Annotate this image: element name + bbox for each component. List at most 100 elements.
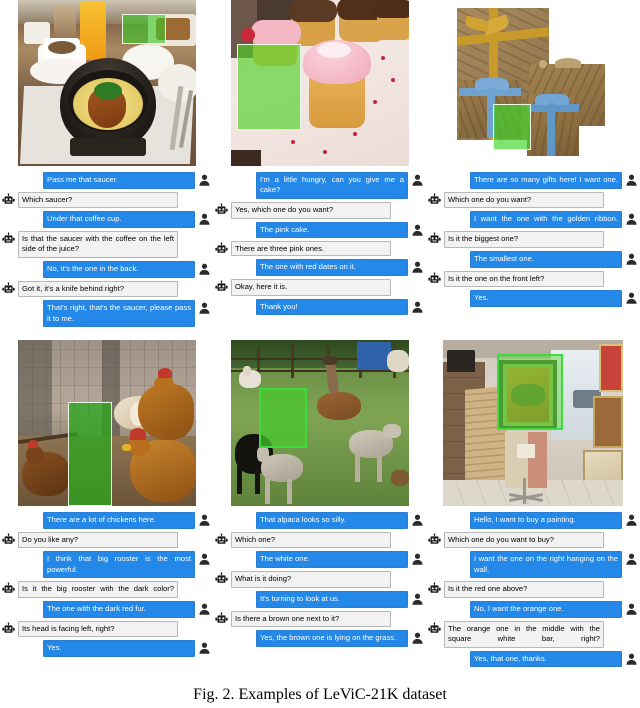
chat-bubble-user[interactable]: Yes, the brown one is lying on the grass… [256,630,408,647]
robot-icon [2,582,15,596]
chat-row: Yes, the brown one is lying on the grass… [215,630,424,647]
person-icon [198,641,211,655]
chat-bubble-bot[interactable]: Is there a brown one next to it? [231,610,391,628]
chat-bubble-user[interactable]: That alpaca looks so silly. [256,512,408,529]
chat-bubble-user[interactable]: The smallest one. [470,250,622,268]
chat-row: Is it the red one above? [428,581,638,599]
robot-icon [215,203,228,217]
chat-bubble-user[interactable]: The white one. [256,551,408,569]
person-icon [411,260,424,274]
chat-bubble-bot[interactable]: Got it, it's a knife behind right? [18,280,178,298]
chat-row: Is there a brown one next to it? [215,610,424,628]
chat-bubble-user[interactable]: That's right, that's the saucer, please … [43,300,195,328]
chat-bubble-bot[interactable]: Which one? [231,531,391,549]
robot-icon [215,242,228,256]
chat-bubble-user[interactable]: No, it's the one in the back. [43,261,195,278]
chat-bubble-user[interactable]: Hello, I want to buy a painting. [470,512,622,529]
chat-bubble-bot[interactable]: What is it doing? [231,571,391,588]
panel-chickens: There are a lot of chickens here. Do you… [0,340,213,680]
panel-alpaca-photo [230,340,409,506]
robot-icon [2,533,15,547]
green-highlight-region [67,402,112,506]
chat-row: Which one? [215,531,424,549]
chat-bubble-bot[interactable]: Is it the one on the front left? [444,270,604,288]
green-highlight-region [236,44,301,130]
person-icon [198,173,211,187]
chat-row: Is it the one on the front left? [428,270,638,288]
chat-bubble-user[interactable]: There are a lot of chickens here. [43,512,195,529]
person-icon [625,602,638,616]
chat-bubble-user[interactable]: I want the one on the right hanging on t… [470,551,622,579]
chat-bubble-bot[interactable]: Is it the red one above? [444,581,604,599]
chat-row: The smallest one. [428,250,638,268]
chat-bubble-bot[interactable]: Which one do you want to buy? [444,531,604,549]
chat-row: Which one do you want? [428,191,638,209]
chat-bubble-bot[interactable]: Is that the saucer with the coffee on th… [18,231,178,259]
chat-bubble-bot[interactable]: Its head is facing left, right? [18,620,178,638]
chat-row: No, I want the orange one. [428,601,638,618]
chat-bubble-user[interactable]: Pass me that saucer. [43,172,195,189]
chat-bubble-user[interactable]: I think that big rooster is the most pow… [43,551,195,579]
panel-painting-image-wrap [426,340,640,510]
chat-bubble-user[interactable]: There are so many gifts here! I want one… [470,172,622,189]
chat-bubble-user[interactable]: No, I want the orange one. [470,601,622,618]
chat-row: I want the one on the right hanging on t… [428,551,638,579]
panel-painting-photo [443,340,623,506]
panel-cake-photo [230,0,409,166]
chat-row: Is it the biggest one? [428,231,638,248]
panel-chickens-photo [17,340,196,506]
green-highlight-region [121,14,166,44]
chat-bubble-user[interactable]: I want the one with the golden ribbon. [470,211,622,229]
panel-saucer-photo [17,0,196,166]
chat-bubble-user[interactable]: The one with the dark red fur. [43,601,195,618]
chat-bubble-bot[interactable]: Which one do you want? [444,191,604,209]
green-highlight-region [258,388,307,448]
panel-saucer-image-wrap [0,0,213,170]
chat-bubble-bot[interactable]: Okay, here it is. [231,279,391,296]
chat-bubble-bot[interactable]: Is it the big rooster with the dark colo… [18,581,178,599]
person-icon [625,513,638,527]
chat-bubble-user[interactable]: Yes, that one, thanks. [470,650,622,668]
chat-bubble-user[interactable]: Thank you! [256,298,408,316]
chat-row: Its head is facing left, right? [2,620,211,638]
robot-icon [428,193,441,207]
person-icon [625,212,638,226]
chat-bubble-bot[interactable]: Do you like any? [18,531,178,549]
chat-row: Which saucer? [2,191,211,209]
chat-row: No, it's the one in the back. [2,261,211,278]
chat-row: I think that big rooster is the most pow… [2,551,211,579]
chat-bubble-bot[interactable]: Yes, which one do you want? [231,201,391,219]
chat-bubble-user[interactable]: Yes. [43,640,195,658]
robot-icon [2,282,15,296]
chat-row: That's right, that's the saucer, please … [2,300,211,328]
panel-cake: I'm a little hungry, can you give me a c… [213,0,426,340]
chat-row: Is that the saucer with the coffee on th… [2,231,211,259]
chat-bubble-user[interactable]: It's turning to look at us. [256,590,408,608]
robot-icon [428,271,441,286]
panel-alpaca-image-wrap [213,340,426,510]
panel-alpaca-chat: That alpaca looks so silly. Which one? T… [213,510,426,647]
chat-bubble-user[interactable]: The pink cake. [256,221,408,239]
robot-icon [2,232,15,246]
panel-cake-chat: I'm a little hungry, can you give me a c… [213,170,426,316]
chat-bubble-user[interactable]: Yes. [470,290,622,307]
chat-bubble-user[interactable]: I'm a little hungry, can you give me a c… [256,172,408,199]
chat-row: Do you like any? [2,531,211,549]
chat-row: Which one do you want to buy? [428,531,638,549]
chat-bubble-bot[interactable]: Which saucer? [18,191,178,209]
panel-alpaca: That alpaca looks so silly. Which one? T… [213,340,426,680]
chat-row: Yes, which one do you want? [215,201,424,219]
chat-row: There are a lot of chickens here. [2,512,211,529]
chat-bubble-bot[interactable]: Is it the biggest one? [444,231,604,248]
chat-row: Thank you! [215,298,424,316]
robot-icon [215,611,228,626]
panel-gifts-chat: There are so many gifts here! I want one… [426,170,640,307]
chat-bubble-user[interactable]: The one with red dates on it. [256,259,408,277]
chat-bubble-user[interactable]: Under that coffee cup. [43,211,195,229]
person-icon [198,602,211,616]
person-icon [411,173,424,187]
chat-bubble-bot[interactable]: There are three pink ones. [231,241,391,257]
panel-gifts-photo [443,0,623,166]
panel-saucer: Pass me that saucer. Which saucer? Under… [0,0,213,340]
chat-bubble-bot[interactable]: The orange one in the middle with the sq… [444,620,604,648]
